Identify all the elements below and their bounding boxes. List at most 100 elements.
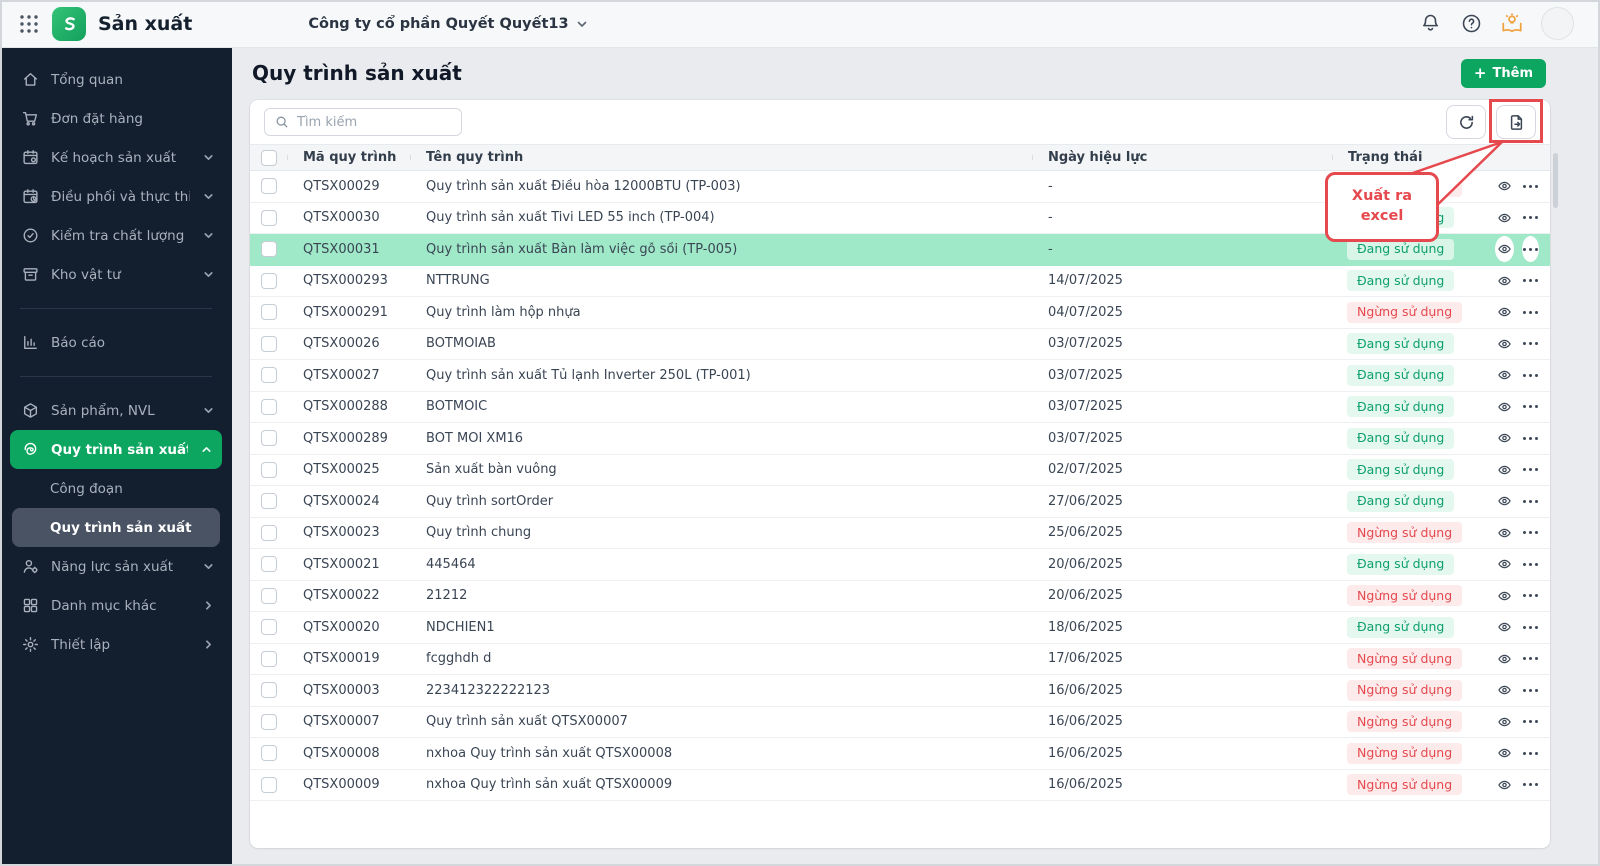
table-row[interactable]: QTSX000289 BOT MOI XM16 03/07/2025 Đang … <box>250 423 1550 455</box>
guide-book-icon[interactable] <box>1500 12 1524 36</box>
row-checkbox[interactable] <box>260 367 277 384</box>
more-actions-icon[interactable] <box>1522 614 1539 640</box>
sidebar-item-kho-vat-tu[interactable]: Kho vật tư <box>0 255 232 294</box>
sidebar-item-kiem-tra-chat-luong[interactable]: Kiểm tra chất lượng <box>0 216 232 255</box>
row-checkbox[interactable] <box>260 304 277 321</box>
more-actions-icon[interactable] <box>1522 646 1539 672</box>
sidebar-item-dieu-phoi-va-thuc-thi[interactable]: Điều phối và thực thi <box>0 177 232 216</box>
row-checkbox[interactable] <box>260 209 277 226</box>
more-actions-icon[interactable] <box>1522 583 1539 609</box>
search-input[interactable] <box>297 114 451 130</box>
notifications-bell-icon[interactable] <box>1418 12 1442 36</box>
row-checkbox[interactable] <box>260 682 277 699</box>
row-checkbox[interactable] <box>260 178 277 195</box>
row-checkbox[interactable] <box>260 587 277 604</box>
select-all-checkbox[interactable] <box>260 149 277 166</box>
table-row[interactable]: QTSX00022 21212 20/06/2025 Ngừng sử dụng <box>250 580 1550 612</box>
sidebar-item-bao-cao[interactable]: Báo cáo <box>0 323 232 362</box>
more-actions-icon[interactable] <box>1522 425 1539 451</box>
view-eye-icon[interactable] <box>1495 236 1514 263</box>
table-row[interactable]: QTSX00026 BOTMOIAB 03/07/2025 Đang sử dụ… <box>250 328 1550 360</box>
row-checkbox[interactable] <box>260 745 277 762</box>
more-actions-icon[interactable] <box>1522 677 1539 703</box>
view-eye-icon[interactable] <box>1495 583 1514 609</box>
sidebar-item-san-pham-nvl[interactable]: Sản phẩm, NVL <box>0 391 232 430</box>
view-eye-icon[interactable] <box>1495 677 1514 703</box>
more-actions-icon[interactable] <box>1522 205 1539 231</box>
row-checkbox[interactable] <box>260 241 277 258</box>
more-actions-icon[interactable] <box>1522 520 1539 546</box>
view-eye-icon[interactable] <box>1495 331 1514 357</box>
view-eye-icon[interactable] <box>1495 425 1514 451</box>
more-actions-icon[interactable] <box>1522 173 1539 199</box>
view-eye-icon[interactable] <box>1495 709 1514 735</box>
table-row[interactable]: QTSX00019 fcgghdh d 17/06/2025 Ngừng sử … <box>250 643 1550 675</box>
refresh-button[interactable] <box>1446 105 1486 139</box>
sidebar-item-thiet-lap[interactable]: Thiết lập <box>0 625 232 664</box>
sidebar-item-nang-luc-san-xuat[interactable]: Năng lực sản xuất <box>0 547 232 586</box>
more-actions-icon[interactable] <box>1522 362 1539 388</box>
view-eye-icon[interactable] <box>1495 614 1514 640</box>
more-actions-icon[interactable] <box>1522 740 1539 766</box>
header-name[interactable]: Tên quy trình <box>410 150 1032 165</box>
table-row[interactable]: QTSX00024 Quy trình sortOrder 27/06/2025… <box>250 486 1550 518</box>
view-eye-icon[interactable] <box>1495 488 1514 514</box>
view-eye-icon[interactable] <box>1495 362 1514 388</box>
more-actions-icon[interactable] <box>1522 488 1539 514</box>
table-row[interactable]: QTSX000291 Quy trình làm hộp nhựa 04/07/… <box>250 297 1550 329</box>
add-button[interactable]: + Thêm <box>1460 59 1546 88</box>
header-code[interactable]: Mã quy trình <box>287 150 410 165</box>
table-row[interactable]: QTSX00009 nxhoa Quy trình sản xuất QTSX0… <box>250 769 1550 801</box>
scrollbar-thumb[interactable] <box>1553 153 1558 208</box>
view-eye-icon[interactable] <box>1495 299 1514 325</box>
more-actions-icon[interactable] <box>1522 236 1539 263</box>
row-checkbox[interactable] <box>260 430 277 447</box>
more-actions-icon[interactable] <box>1522 331 1539 357</box>
row-checkbox[interactable] <box>260 493 277 510</box>
more-actions-icon[interactable] <box>1522 394 1539 420</box>
view-eye-icon[interactable] <box>1495 520 1514 546</box>
view-eye-icon[interactable] <box>1495 772 1514 798</box>
sidebar-subitem-quy-trinh-san-xuat[interactable]: Quy trình sản xuất <box>12 508 220 547</box>
row-checkbox[interactable] <box>260 272 277 289</box>
table-row[interactable]: QTSX000293 NTTRUNG 14/07/2025 Đang sử dụ… <box>250 265 1550 297</box>
row-checkbox[interactable] <box>260 524 277 541</box>
row-checkbox[interactable] <box>260 713 277 730</box>
row-checkbox[interactable] <box>260 461 277 478</box>
export-button[interactable] <box>1496 105 1536 139</box>
table-row[interactable]: QTSX00007 Quy trình sản xuất QTSX00007 1… <box>250 706 1550 738</box>
view-eye-icon[interactable] <box>1495 740 1514 766</box>
more-actions-icon[interactable] <box>1522 709 1539 735</box>
table-row[interactable]: QTSX00020 NDCHIEN1 18/06/2025 Đang sử dụ… <box>250 612 1550 644</box>
table-row[interactable]: QTSX00021 445464 20/06/2025 Đang sử dụng <box>250 549 1550 581</box>
app-launcher-grid-icon[interactable] <box>16 11 42 37</box>
sidebar-item-ke-hoach-san-xuat[interactable]: Kế hoạch sản xuất <box>0 138 232 177</box>
sidebar-subitem-cong-doan[interactable]: Công đoạn <box>0 469 232 508</box>
more-actions-icon[interactable] <box>1522 457 1539 483</box>
view-eye-icon[interactable] <box>1495 268 1514 294</box>
more-actions-icon[interactable] <box>1522 268 1539 294</box>
view-eye-icon[interactable] <box>1495 394 1514 420</box>
help-icon[interactable] <box>1459 12 1483 36</box>
company-selector[interactable]: Công ty cổ phần Quyết Quyết13 <box>308 16 587 32</box>
table-row[interactable]: QTSX00025 Sản xuất bàn vuông 02/07/2025 … <box>250 454 1550 486</box>
row-checkbox[interactable] <box>260 650 277 667</box>
table-row[interactable]: QTSX000288 BOTMOIC 03/07/2025 Đang sử dụ… <box>250 391 1550 423</box>
table-row[interactable]: QTSX00027 Quy trình sản xuất Tủ lạnh Inv… <box>250 360 1550 392</box>
sidebar-item-tong-quan[interactable]: Tổng quan <box>0 60 232 99</box>
table-row[interactable]: QTSX00023 Quy trình chung 25/06/2025 Ngừ… <box>250 517 1550 549</box>
row-checkbox[interactable] <box>260 398 277 415</box>
view-eye-icon[interactable] <box>1495 173 1514 199</box>
table-row[interactable]: QTSX00008 nxhoa Quy trình sản xuất QTSX0… <box>250 738 1550 770</box>
row-checkbox[interactable] <box>260 335 277 352</box>
sidebar-item-quy-trinh-san-xuat[interactable]: Quy trình sản xuất <box>10 430 222 469</box>
row-checkbox[interactable] <box>260 776 277 793</box>
view-eye-icon[interactable] <box>1495 205 1514 231</box>
row-checkbox[interactable] <box>260 619 277 636</box>
row-checkbox[interactable] <box>260 556 277 573</box>
table-row[interactable]: QTSX00003 223412322222123 16/06/2025 Ngừ… <box>250 675 1550 707</box>
avatar[interactable] <box>1541 7 1574 40</box>
header-date[interactable]: Ngày hiệu lực <box>1032 150 1332 165</box>
header-status[interactable]: Trạng thái <box>1332 150 1479 165</box>
view-eye-icon[interactable] <box>1495 551 1514 577</box>
